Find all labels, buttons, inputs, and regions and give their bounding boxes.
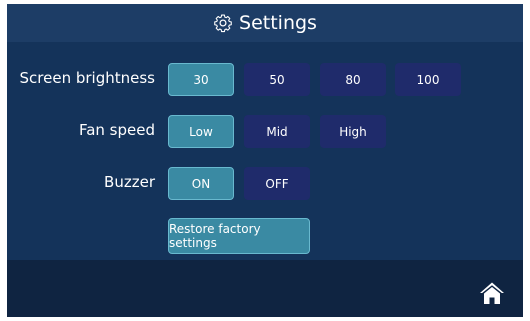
buzzer-label: Buzzer	[104, 173, 155, 191]
gear-icon	[214, 14, 232, 33]
header-bar: Settings	[7, 4, 523, 42]
buzzer-on-button[interactable]: ON	[168, 167, 234, 200]
footer-bar	[7, 260, 523, 317]
brightness-50-button[interactable]: 50	[244, 63, 310, 96]
brightness-30-button[interactable]: 30	[168, 63, 234, 96]
fan-high-button[interactable]: High	[320, 115, 386, 148]
home-icon[interactable]	[479, 281, 505, 305]
fan-mid-button[interactable]: Mid	[244, 115, 310, 148]
brightness-100-button[interactable]: 100	[395, 63, 461, 96]
fan-speed-label: Fan speed	[78, 121, 155, 139]
brightness-label: Screen brightness	[19, 69, 155, 87]
fan-low-button[interactable]: Low	[168, 115, 234, 148]
buzzer-off-button[interactable]: OFF	[244, 167, 310, 200]
page-title: Settings	[239, 12, 317, 34]
settings-panel: Screen brightness 30 50 80 100 Fan speed…	[7, 42, 523, 260]
brightness-80-button[interactable]: 80	[320, 63, 386, 96]
settings-screen: Settings Screen brightness 30 50 80 100 …	[7, 4, 523, 317]
restore-factory-settings-button[interactable]: Restore factory settings	[168, 218, 310, 254]
